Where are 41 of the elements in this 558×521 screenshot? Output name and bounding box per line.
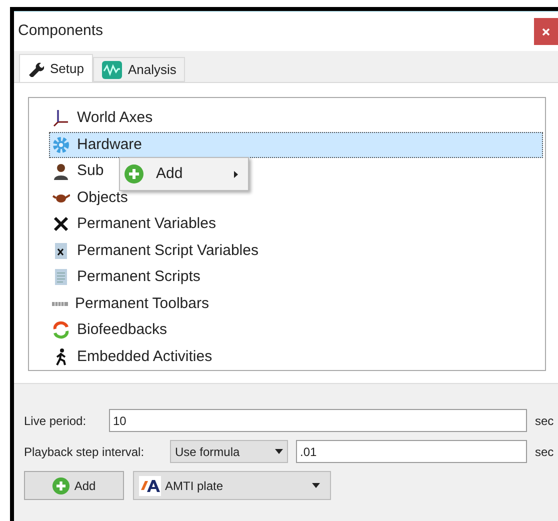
tree-item[interactable]: Biofeedbacks	[49, 317, 170, 344]
logo-a-icon	[139, 476, 161, 496]
step-interval-field[interactable]: .01	[296, 440, 527, 463]
variable-x-icon	[52, 215, 70, 234]
toolbar-icon	[52, 302, 68, 306]
menu-item[interactable]: Add	[120, 161, 248, 187]
formula-dropdown[interactable]: Use formula	[170, 440, 288, 463]
wrench-icon	[28, 60, 44, 76]
plus-circle-icon	[124, 164, 144, 184]
dropdown-caret-icon	[312, 483, 320, 488]
plus-circle-icon	[52, 476, 70, 494]
window-title: Components	[18, 21, 104, 42]
tree-item[interactable]: Permanent Script Variables	[49, 238, 262, 264]
person-icon	[52, 162, 70, 180]
axes-icon	[52, 109, 70, 128]
tree-item[interactable]: Objects	[49, 184, 131, 211]
tree-item[interactable]: Hardware	[49, 132, 543, 158]
unit-label: sec	[535, 412, 554, 430]
waveform-icon	[102, 60, 122, 78]
gear-icon	[52, 136, 70, 154]
device-dropdown[interactable]: AMTI plate	[133, 471, 331, 500]
tree-item[interactable]: Permanent Scripts	[49, 264, 204, 290]
field-label: Live period:	[24, 412, 88, 430]
tree-item[interactable]: World Axes	[49, 105, 156, 132]
tree-item[interactable]: Sub	[49, 158, 107, 184]
tree-item[interactable]: Permanent Variables	[49, 211, 219, 238]
unit-label: sec	[535, 444, 554, 460]
script-icon	[52, 268, 70, 286]
tree-item[interactable]: Embedded Activities	[49, 344, 216, 370]
teapot-icon	[52, 192, 70, 203]
field-label: Playback step interval:	[24, 444, 146, 460]
dropdown-caret-icon	[275, 449, 283, 454]
tree-item[interactable]: Permanent Toolbars	[49, 290, 212, 317]
cycle-arrows-icon	[52, 321, 70, 340]
tab[interactable]: Analysis	[92, 57, 186, 82]
live-period-field[interactable]: 10	[109, 409, 527, 432]
add-button[interactable]: Add	[24, 471, 124, 500]
close-icon	[542, 28, 550, 36]
tab[interactable]: Setup	[19, 54, 93, 82]
script-variable-icon	[52, 242, 70, 260]
close-button[interactable]	[534, 18, 558, 45]
